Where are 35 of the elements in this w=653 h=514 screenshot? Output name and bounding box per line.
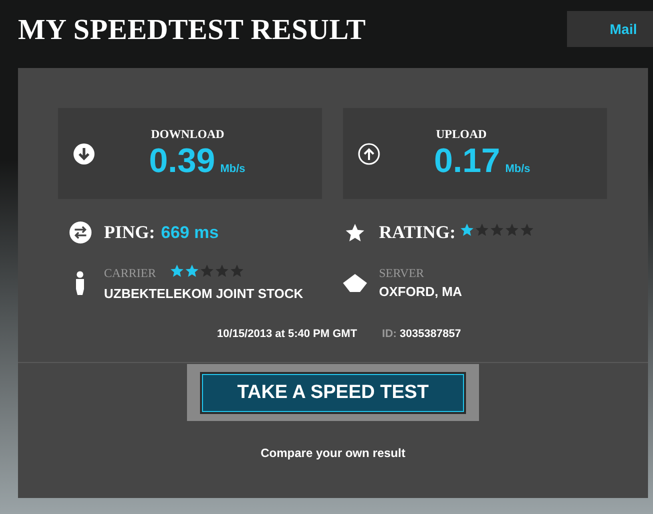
upload-icon xyxy=(358,142,380,164)
take-speed-test-button[interactable]: TAKE A SPEED TEST xyxy=(200,372,466,414)
ping-value: 669 ms xyxy=(161,222,219,242)
server-label: SERVER xyxy=(379,266,426,281)
star-icon xyxy=(200,264,214,278)
star-icon xyxy=(520,223,534,237)
id-label: ID: xyxy=(382,328,397,340)
star-icon xyxy=(345,222,365,242)
mail-link[interactable]: Mail xyxy=(567,11,653,47)
compare-link[interactable]: Compare your own result xyxy=(18,446,648,460)
star-icon xyxy=(185,264,200,278)
swap-arrows-icon xyxy=(68,221,92,244)
metric-label: DOWNLOAD xyxy=(151,127,226,142)
server-name: OXFORD, MA xyxy=(379,284,462,299)
metric-unit: Mb/s xyxy=(505,163,530,175)
download-icon xyxy=(73,142,95,164)
carrier-label: CARRIER xyxy=(104,266,156,281)
star-icon xyxy=(474,223,489,237)
metric-label: UPLOAD xyxy=(436,127,488,142)
result-id: 3035387857 xyxy=(400,328,461,340)
metric-value: 0.17 xyxy=(434,142,500,180)
metric-value: 0.39 xyxy=(149,142,216,180)
metric-unit: Mb/s xyxy=(220,163,246,175)
page-title: MY SPEEDTEST RESULT xyxy=(18,14,366,47)
carrier-name: UZBEKTELEKOM JOINT STOCK xyxy=(104,286,304,301)
test-timestamp: 10/15/2013 at 5:40 PM GMT xyxy=(217,328,358,340)
star-icon xyxy=(170,264,184,278)
star-icon xyxy=(460,223,474,237)
star-icon xyxy=(215,264,230,278)
rating-label: RATING: xyxy=(379,222,456,243)
star-icon xyxy=(490,223,504,237)
person-icon xyxy=(75,270,85,294)
star-icon xyxy=(230,264,244,278)
ping-label: PING: xyxy=(104,222,155,243)
star-icon xyxy=(504,223,519,237)
